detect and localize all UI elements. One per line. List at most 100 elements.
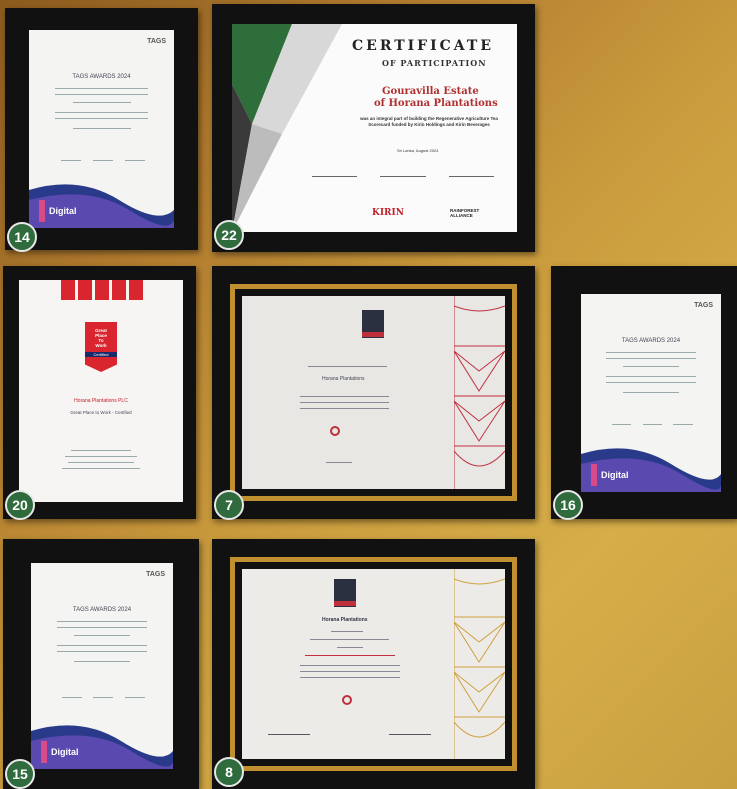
decorative-triangles bbox=[232, 24, 342, 232]
certificate-date: Sri Lanka, August 2024 bbox=[397, 148, 439, 153]
award-logo-red bbox=[362, 332, 384, 337]
estate-name: Gouravilla Estate bbox=[382, 86, 479, 97]
text-line bbox=[72, 128, 131, 129]
text-line bbox=[55, 94, 148, 95]
text-line bbox=[623, 366, 679, 367]
svg-text:Digital: Digital bbox=[49, 206, 77, 216]
kirin-logo: KIRIN bbox=[372, 208, 404, 218]
award-frame-8: Horana Plantations 8 bbox=[212, 539, 535, 789]
award-logo-red bbox=[334, 601, 356, 606]
text-line bbox=[299, 665, 400, 666]
text-line bbox=[299, 402, 390, 403]
red-seal bbox=[330, 426, 340, 436]
text-line bbox=[299, 408, 390, 409]
signature-line bbox=[124, 697, 145, 698]
gptw-badge: Great Place To Work Certified bbox=[85, 322, 117, 372]
certificate-subtitle: Great Place to Work - Certified bbox=[70, 410, 132, 415]
signature-line bbox=[268, 734, 311, 735]
certificate-paper: CERTIFICATE OF PARTICIPATION Gouravilla … bbox=[232, 24, 517, 232]
award-title: TAGS AWARDS 2024 bbox=[72, 607, 132, 613]
certificate-paper: Great Place To Work Certified Horana Pla… bbox=[19, 280, 183, 502]
award-number-badge: 22 bbox=[214, 220, 244, 250]
signature-line bbox=[93, 697, 114, 698]
company-name: Horana Plantations PLC bbox=[74, 398, 128, 404]
signature-line bbox=[326, 462, 353, 463]
text-line bbox=[606, 376, 696, 377]
text-line bbox=[623, 392, 679, 393]
signature-line bbox=[611, 424, 632, 425]
text-line bbox=[64, 456, 138, 457]
red-seal bbox=[342, 695, 352, 705]
award-number-badge: 8 bbox=[214, 757, 244, 787]
text-line bbox=[73, 635, 131, 636]
text-line bbox=[299, 677, 400, 678]
text-line bbox=[68, 462, 134, 463]
text-line bbox=[336, 647, 363, 648]
certificate-subtitle: OF PARTICIPATION bbox=[382, 58, 487, 68]
signature-line bbox=[62, 697, 83, 698]
text-line bbox=[55, 112, 148, 113]
signature-line bbox=[673, 424, 693, 425]
text-line bbox=[606, 358, 696, 359]
award-frame-14: TAGS TAGS AWARDS 2024 Digital 14 bbox=[5, 8, 198, 252]
geometric-pattern bbox=[454, 569, 505, 759]
certificate-paper: TAGS TAGS AWARDS 2024 Digital bbox=[31, 563, 173, 769]
award-frame-15: TAGS TAGS AWARDS 2024 Digital 15 bbox=[3, 539, 199, 789]
text-line bbox=[71, 450, 131, 451]
award-number-badge: 15 bbox=[5, 759, 35, 789]
tags-logo: TAGS bbox=[146, 571, 165, 578]
certificate-paper: TAGS TAGS AWARDS 2024 Digital bbox=[581, 294, 721, 492]
geometric-pattern bbox=[454, 296, 505, 489]
text-line bbox=[310, 639, 390, 640]
signature-line bbox=[92, 160, 114, 161]
certificate-title: CERTIFICATE bbox=[352, 38, 494, 54]
text-line bbox=[73, 661, 131, 662]
award-frame-7: Horana Plantations 7 bbox=[212, 266, 535, 520]
svg-text:Digital: Digital bbox=[601, 470, 629, 480]
award-number-badge: 14 bbox=[7, 222, 37, 252]
text-line bbox=[56, 645, 148, 646]
award-frame-16: TAGS TAGS AWARDS 2024 Digital 16 bbox=[551, 266, 737, 520]
text-line bbox=[61, 468, 141, 469]
award-number-badge: 16 bbox=[553, 490, 583, 520]
decorative-wave: Digital bbox=[31, 725, 173, 769]
award-title: TAGS AWARDS 2024 bbox=[72, 74, 131, 80]
certificate-paper: Horana Plantations bbox=[242, 296, 505, 489]
text-line bbox=[72, 102, 131, 103]
signature-line bbox=[448, 176, 495, 177]
company-name: of Horana Plantations bbox=[374, 98, 498, 109]
award-frame-20: Great Place To Work Certified Horana Pla… bbox=[3, 266, 196, 520]
company-name: Horana Plantations bbox=[322, 617, 368, 623]
signature-line bbox=[124, 160, 145, 161]
signature-line bbox=[311, 176, 358, 177]
text-line bbox=[606, 352, 696, 353]
red-header-blocks bbox=[61, 280, 143, 300]
certificate-paper: Horana Plantations bbox=[242, 569, 505, 759]
text-line bbox=[56, 651, 148, 652]
award-number-badge: 7 bbox=[214, 490, 244, 520]
award-frame-22: CERTIFICATE OF PARTICIPATION Gouravilla … bbox=[212, 4, 535, 252]
text-line bbox=[55, 118, 148, 119]
text-line bbox=[331, 631, 363, 632]
text-line bbox=[307, 366, 387, 367]
decorative-wave: Digital bbox=[29, 184, 174, 228]
gptw-line: Work bbox=[95, 343, 107, 348]
signature-line bbox=[380, 176, 426, 177]
svg-text:Digital: Digital bbox=[51, 747, 79, 757]
text-line bbox=[299, 396, 390, 397]
certificate-body: was an integral part of building the Reg… bbox=[360, 116, 498, 127]
decorative-wave: Digital bbox=[581, 448, 721, 492]
text-line bbox=[55, 88, 148, 89]
signature-line bbox=[642, 424, 663, 425]
award-number-badge: 20 bbox=[5, 490, 35, 520]
text-line bbox=[305, 655, 395, 656]
text-line bbox=[299, 671, 400, 672]
gptw-badge-text: Great Place To Work bbox=[87, 328, 115, 348]
certificate-paper: TAGS TAGS AWARDS 2024 Digital bbox=[29, 30, 174, 228]
tags-logo: TAGS bbox=[694, 302, 713, 309]
company-name: Horana Plantations bbox=[322, 376, 365, 382]
tags-logo: TAGS bbox=[147, 38, 166, 45]
text-line bbox=[606, 382, 696, 383]
signature-line bbox=[60, 160, 82, 161]
text-line bbox=[56, 627, 148, 628]
